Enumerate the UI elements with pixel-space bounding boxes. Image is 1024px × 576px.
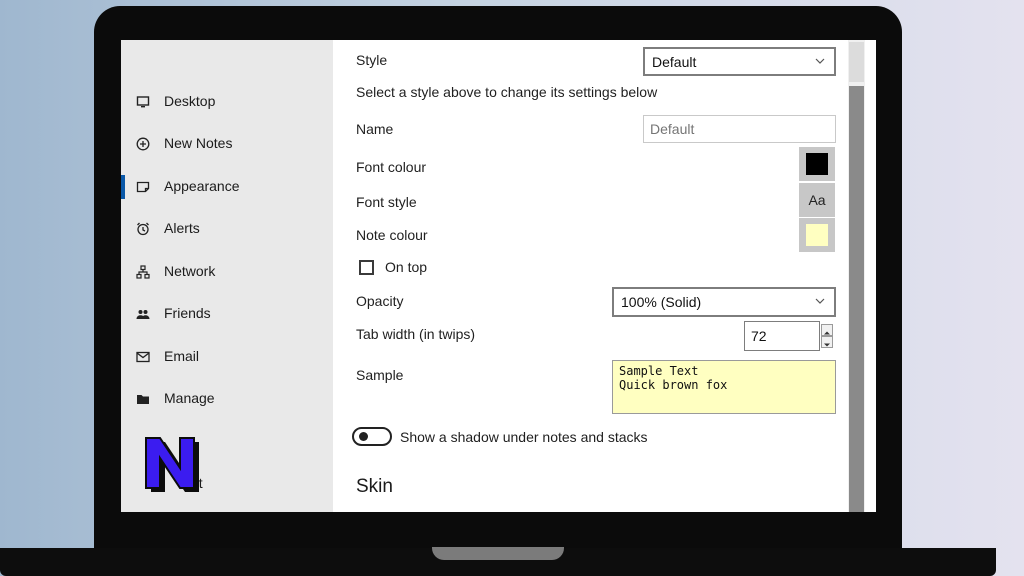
- font-colour-picker[interactable]: [799, 147, 835, 181]
- font-style-button[interactable]: Aa: [799, 183, 835, 217]
- note-icon: [135, 179, 151, 195]
- app-window: Desktop New Notes Appearance Alerts Netw…: [121, 40, 876, 512]
- opacity-value: 100% (Solid): [621, 294, 702, 310]
- style-dropdown[interactable]: Default: [643, 47, 836, 76]
- plus-circle-icon: [135, 136, 151, 152]
- sample-preview: Sample Text Quick brown fox: [612, 360, 836, 414]
- sidebar-item-email[interactable]: Email: [121, 340, 333, 374]
- on-top-label: On top: [385, 259, 428, 275]
- font-colour-swatch: [806, 153, 828, 175]
- style-hint-text: Select a style above to change its setti…: [356, 84, 658, 100]
- sidebar-item-label: Alerts: [164, 220, 200, 236]
- sidebar-item-label: Appearance: [164, 178, 240, 194]
- note-colour-picker[interactable]: [799, 218, 835, 252]
- note-colour-label: Note colour: [356, 227, 428, 243]
- name-label: Name: [356, 121, 394, 137]
- sidebar-item-label: Email: [164, 348, 200, 364]
- sidebar-item-friends[interactable]: Friends: [121, 297, 333, 331]
- font-style-label: Font style: [356, 194, 417, 210]
- sidebar-item-label: Manage: [164, 390, 215, 406]
- appearance-settings-panel: Style Default Select a style above to ch…: [333, 40, 848, 512]
- spin-up-button[interactable]: [821, 324, 833, 336]
- scrollbar-track-top: [849, 42, 864, 82]
- scrollbar-thumb[interactable]: [849, 86, 864, 512]
- folder-icon: [135, 391, 151, 407]
- vertical-scrollbar[interactable]: [848, 40, 865, 512]
- sidebar-item-label: Desktop: [164, 93, 216, 109]
- skin-heading: Skin: [356, 476, 393, 497]
- sidebar-item-network[interactable]: Network: [121, 255, 333, 289]
- chevron-down-icon: [815, 58, 825, 64]
- sidebar-item-new-notes[interactable]: New Notes: [121, 127, 333, 161]
- tab-width-input[interactable]: 72: [744, 321, 820, 351]
- note-colour-swatch: [806, 224, 828, 246]
- network-icon: [135, 264, 151, 280]
- spin-down-button[interactable]: [821, 336, 833, 348]
- sample-line-2: Quick brown fox: [619, 378, 728, 392]
- sidebar-item-label: Network: [164, 263, 216, 279]
- sidebar-item-manage[interactable]: Manage: [121, 382, 333, 416]
- n-logo-icon: [145, 437, 199, 492]
- font-colour-label: Font colour: [356, 159, 427, 175]
- sidebar-item-alerts[interactable]: Alerts: [121, 212, 333, 246]
- style-label: Style: [356, 52, 388, 68]
- laptop-notch: [432, 547, 564, 560]
- on-top-checkbox[interactable]: [359, 260, 374, 275]
- sidebar: Desktop New Notes Appearance Alerts Netw…: [121, 40, 333, 512]
- style-value: Default: [652, 54, 697, 70]
- chevron-down-icon: [815, 298, 825, 304]
- people-icon: [135, 306, 151, 322]
- tab-width-label: Tab width (in twips): [356, 326, 476, 342]
- shadow-label: Show a shadow under notes and stacks: [400, 429, 648, 445]
- monitor-icon: [135, 94, 151, 110]
- sample-line-1: Sample Text: [619, 364, 699, 378]
- sidebar-item-label: Friends: [164, 305, 211, 321]
- opacity-label: Opacity: [356, 293, 404, 309]
- toggle-knob: [359, 432, 368, 441]
- tab-width-value: 72: [751, 328, 767, 344]
- sidebar-item-label: New Notes: [164, 135, 233, 151]
- sidebar-item-appearance[interactable]: Appearance: [121, 170, 333, 204]
- opacity-dropdown[interactable]: 100% (Solid): [612, 287, 836, 317]
- name-input[interactable]: [643, 115, 836, 143]
- shadow-toggle[interactable]: [352, 427, 392, 446]
- caret-down-icon: [824, 343, 830, 347]
- envelope-icon: [135, 349, 151, 365]
- alarm-clock-icon: [135, 221, 151, 237]
- sample-label: Sample: [356, 367, 404, 383]
- sidebar-item-desktop[interactable]: Desktop: [121, 85, 333, 119]
